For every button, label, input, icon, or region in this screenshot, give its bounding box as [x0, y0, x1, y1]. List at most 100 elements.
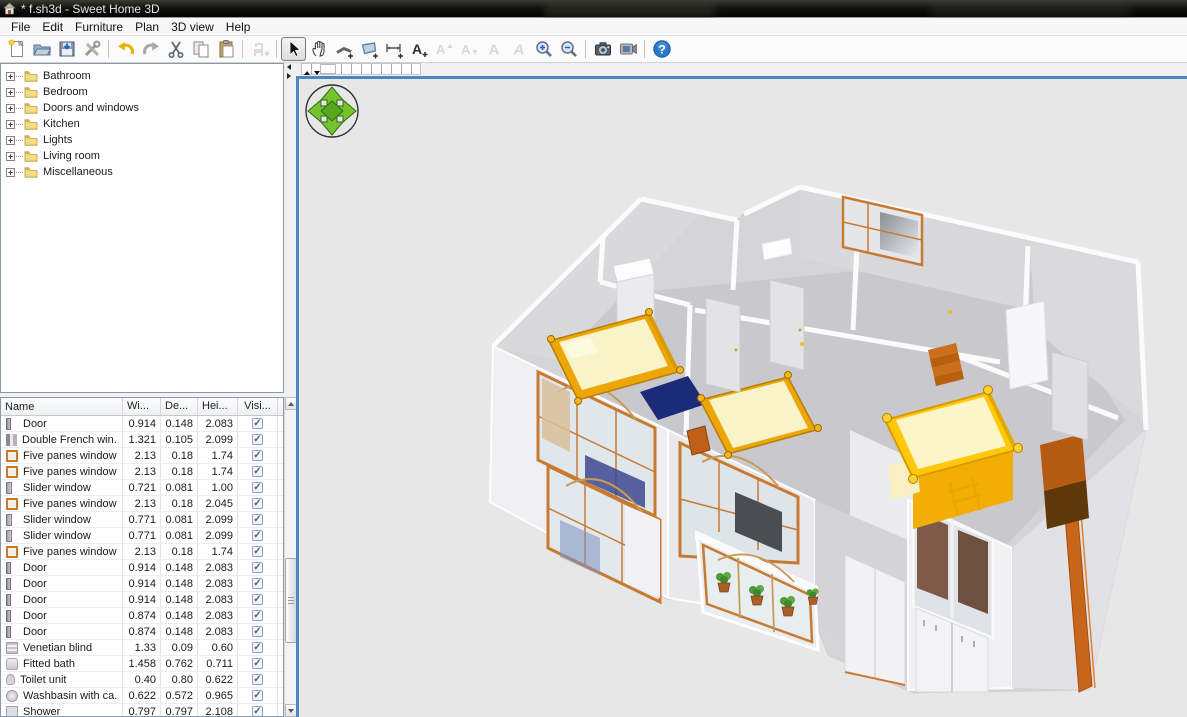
category-label: Lights — [43, 134, 72, 146]
navigation-compass-icon[interactable] — [306, 85, 358, 137]
furniture-row[interactable]: Five panes window 2.13 0.18 1.74 — [1, 448, 283, 464]
furniture-row[interactable]: Five panes window 2.13 0.18 1.74 — [1, 544, 283, 560]
visible-checkbox[interactable] — [252, 450, 263, 461]
catalog-category-doors-and-windows[interactable]: Doors and windows — [4, 100, 283, 116]
create-rooms-button[interactable] — [356, 37, 381, 61]
column-header-height[interactable]: Hei... — [198, 398, 238, 415]
visible-checkbox[interactable] — [252, 594, 263, 605]
menu-file[interactable]: File — [5, 19, 36, 35]
furniture-row[interactable]: Slider window 0.721 0.081 1.00 — [1, 480, 283, 496]
select-tool-button[interactable] — [281, 37, 306, 61]
redo-button[interactable] — [138, 37, 163, 61]
visible-checkbox[interactable] — [252, 562, 263, 573]
menu-bar: File Edit Furniture Plan 3D view Help — [0, 18, 1187, 36]
preferences-button[interactable] — [79, 37, 104, 61]
menu-edit[interactable]: Edit — [36, 19, 69, 35]
expand-plus-icon[interactable] — [6, 88, 15, 97]
visible-checkbox[interactable] — [252, 514, 263, 525]
3d-view-canvas[interactable] — [299, 79, 1187, 717]
furniture-row[interactable]: Slider window 0.771 0.081 2.099 — [1, 528, 283, 544]
furniture-row[interactable]: Fitted bath 1.458 0.762 0.711 — [1, 656, 283, 672]
copy-button[interactable] — [188, 37, 213, 61]
column-header-name[interactable]: Name — [1, 398, 123, 415]
category-label: Miscellaneous — [43, 166, 113, 178]
furniture-name: Toilet unit — [20, 674, 66, 686]
column-header-width[interactable]: Wi... — [123, 398, 161, 415]
furniture-row[interactable]: Door 0.914 0.148 2.083 — [1, 592, 283, 608]
title-bar[interactable]: * f.sh3d - Sweet Home 3D — [0, 0, 1187, 18]
furniture-row[interactable]: Washbasin with ca... 0.622 0.572 0.965 — [1, 688, 283, 704]
pan-tool-button[interactable] — [306, 37, 331, 61]
expand-plus-icon[interactable] — [6, 152, 15, 161]
plan-splitter-arrows[interactable] — [304, 71, 320, 75]
catalog-category-lights[interactable]: Lights — [4, 132, 283, 148]
create-text-button[interactable] — [406, 37, 431, 61]
expand-plus-icon[interactable] — [6, 104, 15, 113]
help-button[interactable] — [649, 37, 674, 61]
catalog-category-bedroom[interactable]: Bedroom — [4, 84, 283, 100]
column-header-visible[interactable]: Visi... — [238, 398, 278, 415]
column-header-depth[interactable]: De... — [161, 398, 198, 415]
furniture-row[interactable]: Double French win... 1.321 0.105 2.099 — [1, 432, 283, 448]
create-dimensions-button[interactable] — [381, 37, 406, 61]
visible-checkbox[interactable] — [252, 610, 263, 621]
furniture-row[interactable]: Five panes window 2.13 0.18 2.045 — [1, 496, 283, 512]
visible-checkbox[interactable] — [252, 578, 263, 589]
furniture-row[interactable]: Door 0.874 0.148 2.083 — [1, 624, 283, 640]
expand-plus-icon[interactable] — [6, 72, 15, 81]
paste-button[interactable] — [213, 37, 238, 61]
expand-plus-icon[interactable] — [6, 136, 15, 145]
furniture-row[interactable]: Five panes window 2.13 0.18 1.74 — [1, 464, 283, 480]
toolbar-separator — [581, 37, 590, 61]
window-title: * f.sh3d - Sweet Home 3D — [21, 2, 160, 16]
save-home-button[interactable] — [54, 37, 79, 61]
furniture-row[interactable]: Door 0.914 0.148 2.083 — [1, 576, 283, 592]
furniture-row[interactable]: Door 0.914 0.148 2.083 — [1, 416, 283, 432]
visible-checkbox[interactable] — [252, 530, 263, 541]
furniture-table-scrollbar[interactable] — [284, 397, 296, 717]
create-walls-button[interactable] — [331, 37, 356, 61]
open-home-button[interactable] — [29, 37, 54, 61]
visible-checkbox[interactable] — [252, 434, 263, 445]
furniture-row[interactable]: Door 0.874 0.148 2.083 — [1, 608, 283, 624]
furniture-row[interactable]: Venetian blind 1.33 0.09 0.60 — [1, 640, 283, 656]
visible-checkbox[interactable] — [252, 626, 263, 637]
visible-checkbox[interactable] — [252, 466, 263, 477]
expand-plus-icon[interactable] — [6, 168, 15, 177]
visible-checkbox[interactable] — [252, 546, 263, 557]
zoom-in-button[interactable] — [531, 37, 556, 61]
visible-checkbox[interactable] — [252, 498, 263, 509]
visible-checkbox[interactable] — [252, 482, 263, 493]
catalog-category-bathroom[interactable]: Bathroom — [4, 68, 283, 84]
splitter-collapse-arrows[interactable] — [287, 64, 291, 79]
visible-checkbox[interactable] — [252, 418, 263, 429]
furniture-row[interactable]: Shower 0.797 0.797 2.108 — [1, 704, 283, 717]
menu-plan[interactable]: Plan — [129, 19, 165, 35]
create-video-button[interactable] — [615, 37, 640, 61]
zoom-out-button[interactable] — [556, 37, 581, 61]
menu-furniture[interactable]: Furniture — [69, 19, 129, 35]
catalog-category-miscellaneous[interactable]: Miscellaneous — [4, 164, 283, 180]
create-photo-button[interactable] — [590, 37, 615, 61]
visible-checkbox[interactable] — [252, 690, 263, 701]
furniture-row[interactable]: Slider window 0.771 0.081 2.099 — [1, 512, 283, 528]
menu-help[interactable]: Help — [220, 19, 257, 35]
furniture-type-icon — [6, 466, 18, 478]
visible-checkbox[interactable] — [252, 674, 263, 685]
visible-checkbox[interactable] — [252, 642, 263, 653]
furniture-row[interactable]: Door 0.914 0.148 2.083 — [1, 560, 283, 576]
undo-button[interactable] — [113, 37, 138, 61]
visible-checkbox[interactable] — [252, 658, 263, 669]
catalog-category-kitchen[interactable]: Kitchen — [4, 116, 283, 132]
menu-3d-view[interactable]: 3D view — [165, 19, 220, 35]
catalog-category-living-room[interactable]: Living room — [4, 148, 283, 164]
furniture-type-icon — [6, 450, 18, 462]
furniture-width: 0.874 — [123, 608, 161, 623]
increase-text-size-button — [431, 37, 456, 61]
furniture-row[interactable]: Toilet unit 0.40 0.80 0.622 — [1, 672, 283, 688]
expand-plus-icon[interactable] — [6, 120, 15, 129]
new-home-button[interactable] — [4, 37, 29, 61]
cut-button[interactable] — [163, 37, 188, 61]
3d-view-panel[interactable] — [296, 76, 1187, 717]
visible-checkbox[interactable] — [252, 706, 263, 717]
